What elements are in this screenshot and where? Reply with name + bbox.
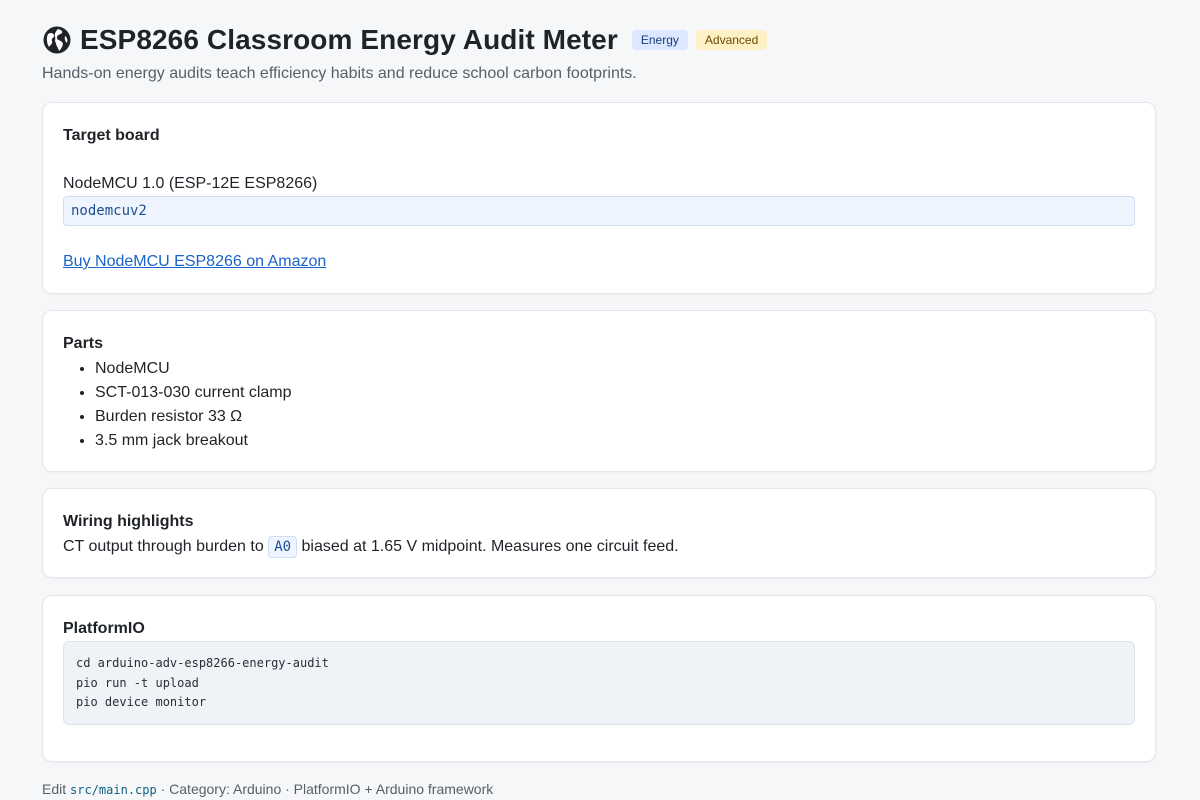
page-header: ESP8266 Classroom Energy Audit Meter Ene…: [42, 0, 1158, 83]
platformio-heading: PlatformIO: [63, 620, 145, 637]
command-line: pio run -t upload: [76, 675, 199, 690]
title-row: ESP8266 Classroom Energy Audit Meter Ene…: [42, 24, 1158, 56]
page-footer: Edit src/main.cpp · Category: Arduino · …: [42, 781, 493, 797]
wiring-text: CT output through burden to A0 biased at…: [63, 535, 679, 559]
parts-heading: Parts: [63, 335, 104, 352]
edit-label: Edit: [42, 781, 67, 797]
list-item: NodeMCU: [95, 357, 292, 381]
source-file-link[interactable]: src/main.cpp: [70, 783, 157, 797]
parts-card: Parts NodeMCU SCT-013-030 current clamp …: [42, 310, 1156, 472]
category-badge: Energy: [631, 30, 688, 50]
list-item: Burden resistor 33 Ω: [95, 405, 292, 429]
target-board-heading: Target board: [63, 127, 160, 144]
wiring-text-after: biased at 1.65 V midpoint. Measures one …: [301, 538, 679, 555]
pin-code: A0: [268, 536, 298, 558]
page-subtitle: Hands-on energy audits teach efficiency …: [42, 65, 637, 82]
difficulty-badge: Advanced: [695, 30, 768, 50]
globe-icon: [43, 26, 71, 54]
parts-list: NodeMCU SCT-013-030 current clamp Burden…: [63, 357, 292, 453]
target-board-card: Target board NodeMCU 1.0 (ESP-12E ESP826…: [42, 102, 1156, 294]
board-name: NodeMCU 1.0 (ESP-12E ESP8266): [63, 175, 318, 192]
command-line: pio device monitor: [76, 695, 207, 709]
buy-board-link[interactable]: Buy NodeMCU ESP8266 on Amazon: [63, 253, 326, 271]
wiring-text-before: CT output through burden to: [63, 538, 264, 555]
board-id-code[interactable]: nodemcuv2: [63, 196, 1135, 226]
list-item: SCT-013-030 current clamp: [95, 381, 292, 405]
command-block[interactable]: cd arduino-adv-esp8266-energy-audit pio …: [63, 641, 1135, 725]
wiring-heading: Wiring highlights: [63, 513, 194, 530]
platformio-card: PlatformIO cd arduino-adv-esp8266-energy…: [42, 595, 1156, 762]
list-item: 3.5 mm jack breakout: [95, 429, 292, 453]
footer-meta: · Category: Arduino · PlatformIO + Ardui…: [160, 781, 494, 797]
wiring-card: Wiring highlights CT output through burd…: [42, 488, 1156, 578]
command-line: cd arduino-adv-esp8266-energy-audit: [76, 656, 329, 670]
page-title: ESP8266 Classroom Energy Audit Meter: [80, 24, 618, 55]
